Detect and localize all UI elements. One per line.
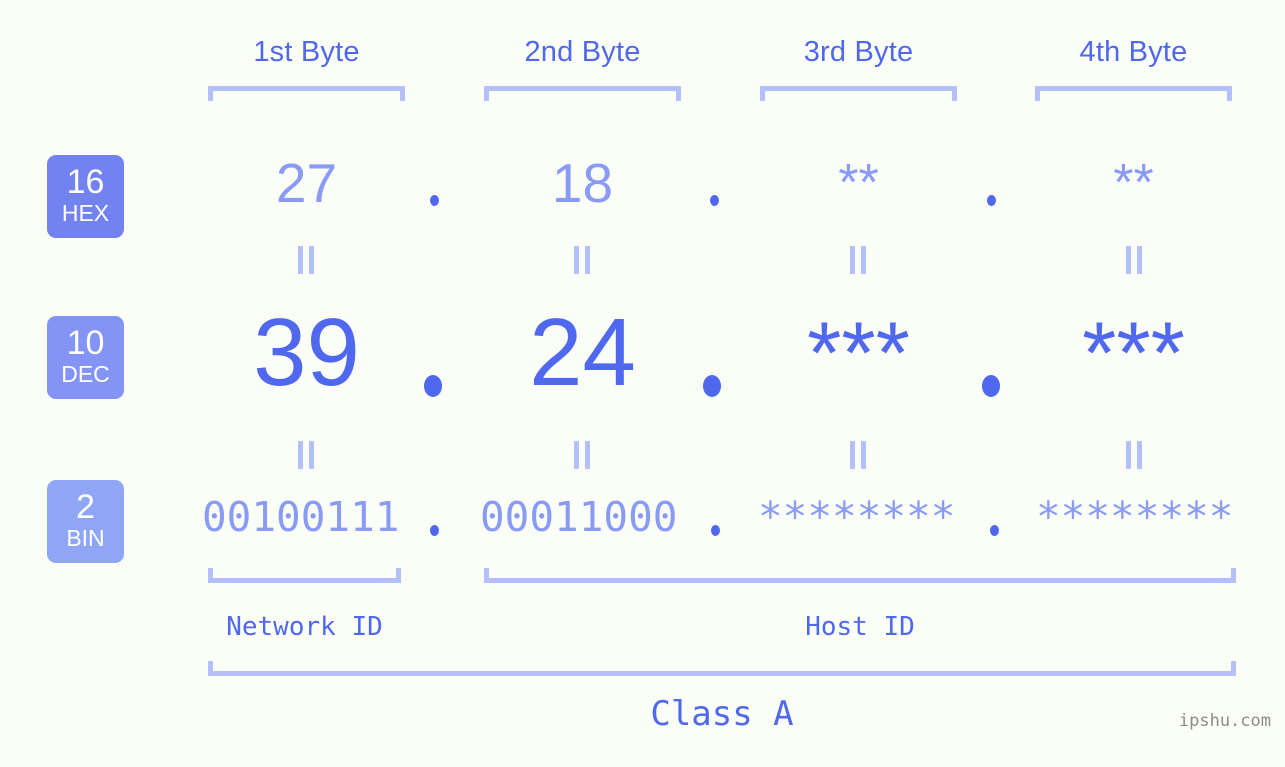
byte-bracket-top-4	[1035, 86, 1232, 101]
radix-badge-hex-abbr: HEX	[61, 200, 110, 226]
equals-icon-hex-dec-2	[573, 246, 591, 274]
dec-separator-dot-1	[424, 375, 442, 397]
radix-badge-bin-abbr: BIN	[66, 525, 105, 551]
radix-badge-bin-number: 2	[76, 488, 95, 526]
ip-address-breakdown-diagram: 1st Byte 2nd Byte 3rd Byte 4th Byte 16 H…	[0, 0, 1285, 767]
byte-bracket-top-3	[760, 86, 957, 101]
bin-byte-1-value: 00100111	[202, 493, 400, 541]
dec-byte-3-value: ***	[807, 303, 910, 402]
hex-separator-dot-2	[710, 195, 719, 206]
hex-byte-3-value: **	[838, 154, 879, 212]
dec-separator-dot-2	[703, 375, 721, 397]
byte-bracket-top-1	[208, 86, 405, 101]
radix-badge-hex-number: 16	[66, 163, 105, 201]
radix-badge-dec-abbr: DEC	[61, 361, 110, 387]
equals-icon-hex-dec-4	[1125, 246, 1143, 274]
host-id-bracket	[484, 568, 1236, 583]
hex-separator-dot-1	[430, 195, 439, 206]
class-label: Class A	[650, 694, 794, 734]
radix-badge-hex: 16 HEX	[47, 155, 124, 238]
network-id-label: Network ID	[226, 612, 383, 642]
byte-header-4: 4th Byte	[1079, 36, 1188, 68]
radix-badge-bin: 2 BIN	[47, 480, 124, 563]
host-id-label: Host ID	[805, 612, 915, 642]
byte-bracket-top-2	[484, 86, 681, 101]
equals-icon-hex-dec-1	[297, 246, 315, 274]
equals-icon-dec-bin-3	[849, 441, 867, 469]
byte-header-2: 2nd Byte	[524, 36, 641, 68]
dec-byte-1-value: 39	[253, 299, 360, 406]
bin-separator-dot-2	[711, 525, 720, 536]
byte-header-1: 1st Byte	[253, 36, 360, 68]
equals-icon-dec-bin-1	[297, 441, 315, 469]
radix-badge-dec: 10 DEC	[47, 316, 124, 399]
class-bracket	[208, 661, 1236, 676]
bin-byte-2-value: 00011000	[480, 493, 678, 541]
dec-separator-dot-3	[982, 375, 1000, 397]
bin-separator-dot-1	[430, 525, 439, 536]
dec-byte-2-value: 24	[529, 299, 636, 406]
hex-byte-4-value: **	[1113, 154, 1154, 212]
network-id-bracket	[208, 568, 401, 583]
byte-header-3: 3rd Byte	[803, 36, 914, 68]
bin-byte-4-value: ********	[1036, 493, 1234, 541]
equals-icon-dec-bin-2	[573, 441, 591, 469]
equals-icon-dec-bin-4	[1125, 441, 1143, 469]
site-watermark: ipshu.com	[1178, 711, 1271, 731]
equals-icon-hex-dec-3	[849, 246, 867, 274]
hex-byte-2-value: 18	[551, 152, 614, 214]
dec-byte-4-value: ***	[1082, 303, 1185, 402]
hex-separator-dot-3	[987, 195, 996, 206]
radix-badge-dec-number: 10	[66, 324, 105, 362]
bin-byte-3-value: ********	[758, 493, 956, 541]
hex-byte-1-value: 27	[275, 152, 338, 214]
bin-separator-dot-3	[990, 525, 999, 536]
